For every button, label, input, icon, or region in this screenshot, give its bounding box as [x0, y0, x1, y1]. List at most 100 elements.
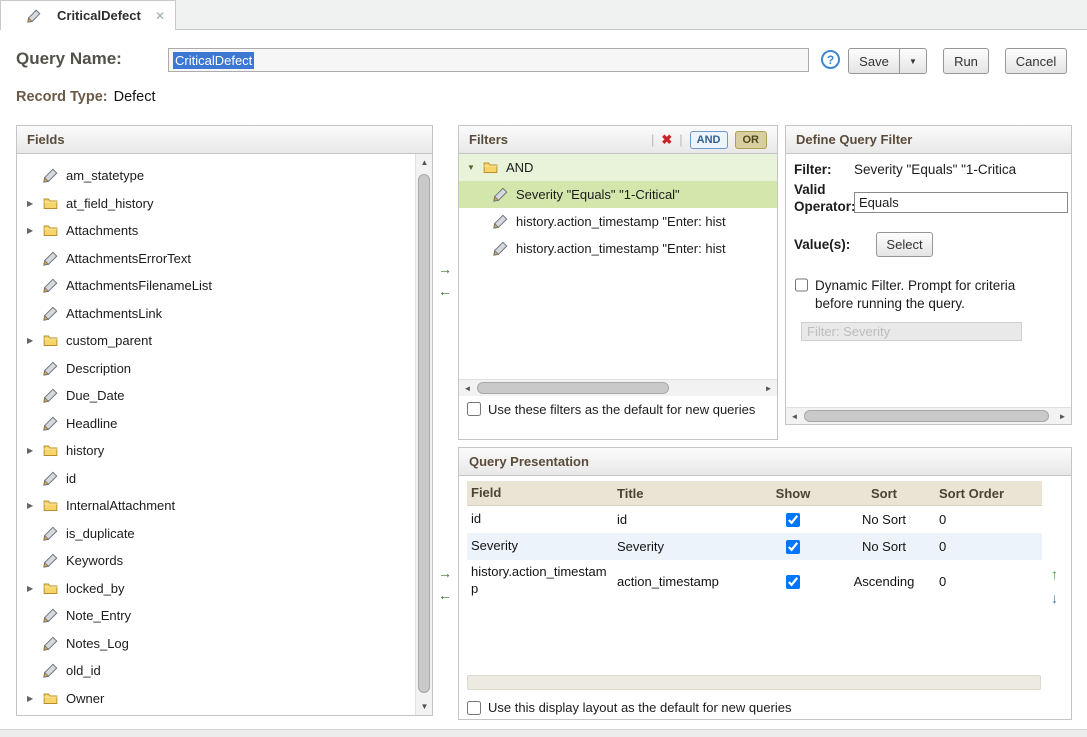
filter-group-label: AND — [506, 160, 533, 175]
expander-icon[interactable]: ▶ — [27, 584, 43, 593]
expander-icon[interactable]: ▶ — [27, 336, 43, 345]
field-tree-item[interactable]: ▶ Description — [17, 355, 415, 383]
field-tree-item[interactable]: ▶ Keywords — [17, 547, 415, 575]
layout-default-checkbox[interactable] — [467, 701, 481, 715]
field-tree-item[interactable]: ▶ at_field_history — [17, 190, 415, 218]
presentation-hscrollbar[interactable] — [467, 675, 1041, 690]
move-right-button[interactable]: → — [438, 262, 452, 276]
run-button[interactable]: Run — [943, 48, 989, 74]
field-label: Note_Entry — [66, 608, 131, 623]
field-tree-item[interactable]: ▶ old_id — [17, 657, 415, 685]
tab-title: CriticalDefect — [57, 8, 141, 23]
folder-icon — [43, 195, 60, 211]
scroll-up-icon[interactable]: ▲ — [416, 154, 433, 171]
dynamic-filter-checkbox[interactable] — [795, 278, 808, 292]
scroll-down-icon[interactable]: ▼ — [416, 698, 433, 715]
move-left-button[interactable]: ← — [438, 284, 452, 298]
folder-icon — [43, 580, 60, 596]
field-tree-item[interactable]: ▶ Attachments — [17, 217, 415, 245]
field-tree-item[interactable]: ▶ locked_by — [17, 575, 415, 603]
define-hscrollbar[interactable]: ◄ ► — [786, 407, 1071, 424]
show-checkbox[interactable] — [786, 575, 800, 589]
move-row-up-button[interactable]: ↑ — [1051, 566, 1058, 582]
expander-icon[interactable]: ▶ — [27, 501, 43, 510]
field-tree-item[interactable]: ▶ am_statetype — [17, 162, 415, 190]
field-tree-item[interactable]: ▶ is_duplicate — [17, 520, 415, 548]
filters-hscrollbar[interactable]: ◄ ► — [459, 379, 777, 396]
help-icon[interactable]: ? — [821, 50, 840, 69]
field-tree-item[interactable]: ▶ InternalAttachment — [17, 492, 415, 520]
table-row[interactable]: id id No Sort 0 — [467, 506, 1042, 533]
cell-sort: Ascending — [835, 574, 933, 589]
select-values-button[interactable]: Select — [876, 232, 933, 257]
define-panel-header: Define Query Filter — [786, 126, 1071, 154]
show-checkbox[interactable] — [786, 513, 800, 527]
scroll-right-icon[interactable]: ► — [760, 380, 777, 397]
field-tree-item[interactable]: ▶ AttachmentsFilenameList — [17, 272, 415, 300]
scroll-right-icon[interactable]: ► — [1054, 408, 1071, 425]
field-label: is_duplicate — [66, 526, 135, 541]
pencil-icon — [27, 8, 44, 24]
field-tree-item[interactable]: ▶ id — [17, 465, 415, 493]
operator-input[interactable] — [854, 192, 1068, 213]
layout-default-label: Use this display layout as the default f… — [488, 700, 792, 715]
field-tree-item[interactable]: ▶ Notes_Log — [17, 630, 415, 658]
cell-sort: No Sort — [835, 539, 933, 554]
and-button[interactable]: AND — [690, 131, 728, 149]
query-name-value: CriticalDefect — [173, 52, 254, 69]
column-header-title: Title — [613, 486, 751, 501]
scrollbar-thumb[interactable] — [804, 410, 1049, 422]
expander-icon[interactable]: ▶ — [27, 694, 43, 703]
table-row[interactable]: Severity Severity No Sort 0 — [467, 533, 1042, 560]
field-tree-item[interactable]: ▶ Due_Date — [17, 382, 415, 410]
folder-icon — [43, 443, 60, 459]
query-name-input[interactable]: CriticalDefect — [168, 48, 809, 72]
expander-icon[interactable]: ▶ — [27, 446, 43, 455]
table-row[interactable]: history.action_timestamp action_timestam… — [467, 560, 1042, 602]
scrollbar-thumb[interactable] — [418, 174, 430, 693]
move-row-down-button[interactable]: ↓ — [1051, 590, 1058, 606]
save-dropdown-button[interactable]: ▼ — [899, 48, 927, 74]
fields-scrollbar[interactable]: ▲ ▼ — [415, 154, 432, 715]
define-query-filter-panel: Define Query Filter Filter: Severity "Eq… — [785, 125, 1072, 425]
filter-and-group[interactable]: ▼ AND — [459, 154, 777, 181]
expander-icon[interactable]: ▶ — [27, 199, 43, 208]
collapse-icon[interactable]: ▼ — [467, 163, 483, 172]
field-label: AttachmentsErrorText — [66, 251, 191, 266]
save-button[interactable]: Save — [848, 48, 900, 74]
table-header-row: Field Title Show Sort Sort Order — [467, 481, 1042, 506]
move-right-button[interactable]: → — [438, 566, 452, 580]
filter-item[interactable]: history.action_timestamp "Enter: hist — [459, 208, 777, 235]
filter-item-selected[interactable]: Severity "Equals" "1-Critical" — [459, 181, 777, 208]
page-scrollbar[interactable] — [0, 729, 1087, 737]
presentation-table: Field Title Show Sort Sort Order id id N… — [467, 481, 1042, 602]
close-tab-icon[interactable]: ✕ — [155, 9, 165, 23]
field-tree-item[interactable]: ▶ history — [17, 437, 415, 465]
pencil-icon — [43, 168, 60, 184]
toolbar-separator: | — [651, 132, 654, 147]
field-label: custom_parent — [66, 333, 152, 348]
cancel-button[interactable]: Cancel — [1005, 48, 1067, 74]
field-tree-item[interactable]: ▶ AttachmentsErrorText — [17, 245, 415, 273]
fields-list: ▶ am_statetype ▶ at_field_history ▶ Atta… — [17, 154, 415, 715]
field-tree-item[interactable]: ▶ AttachmentsLink — [17, 300, 415, 328]
delete-filter-icon[interactable]: ✖ — [661, 132, 672, 148]
or-button[interactable]: OR — [735, 131, 768, 149]
field-tree-item[interactable]: ▶ Owner — [17, 685, 415, 713]
cell-sort-order: 0 — [933, 512, 1042, 527]
move-left-button[interactable]: ← — [438, 588, 452, 602]
field-tree-item[interactable]: ▶ Priority — [17, 712, 415, 715]
expander-icon[interactable]: ▶ — [27, 226, 43, 235]
filters-default-checkbox[interactable] — [467, 402, 481, 416]
field-tree-item[interactable]: ▶ custom_parent — [17, 327, 415, 355]
scrollbar-thumb[interactable] — [477, 382, 669, 394]
filter-item[interactable]: history.action_timestamp "Enter: hist — [459, 235, 777, 262]
field-tree-item[interactable]: ▶ Note_Entry — [17, 602, 415, 630]
show-checkbox[interactable] — [786, 540, 800, 554]
scroll-left-icon[interactable]: ◄ — [786, 408, 803, 425]
toolbar-separator: | — [679, 132, 682, 147]
cell-sort-order: 0 — [933, 574, 1042, 589]
scroll-left-icon[interactable]: ◄ — [459, 380, 476, 397]
field-tree-item[interactable]: ▶ Headline — [17, 410, 415, 438]
tab-criticaldefect[interactable]: CriticalDefect ✕ — [0, 0, 176, 30]
